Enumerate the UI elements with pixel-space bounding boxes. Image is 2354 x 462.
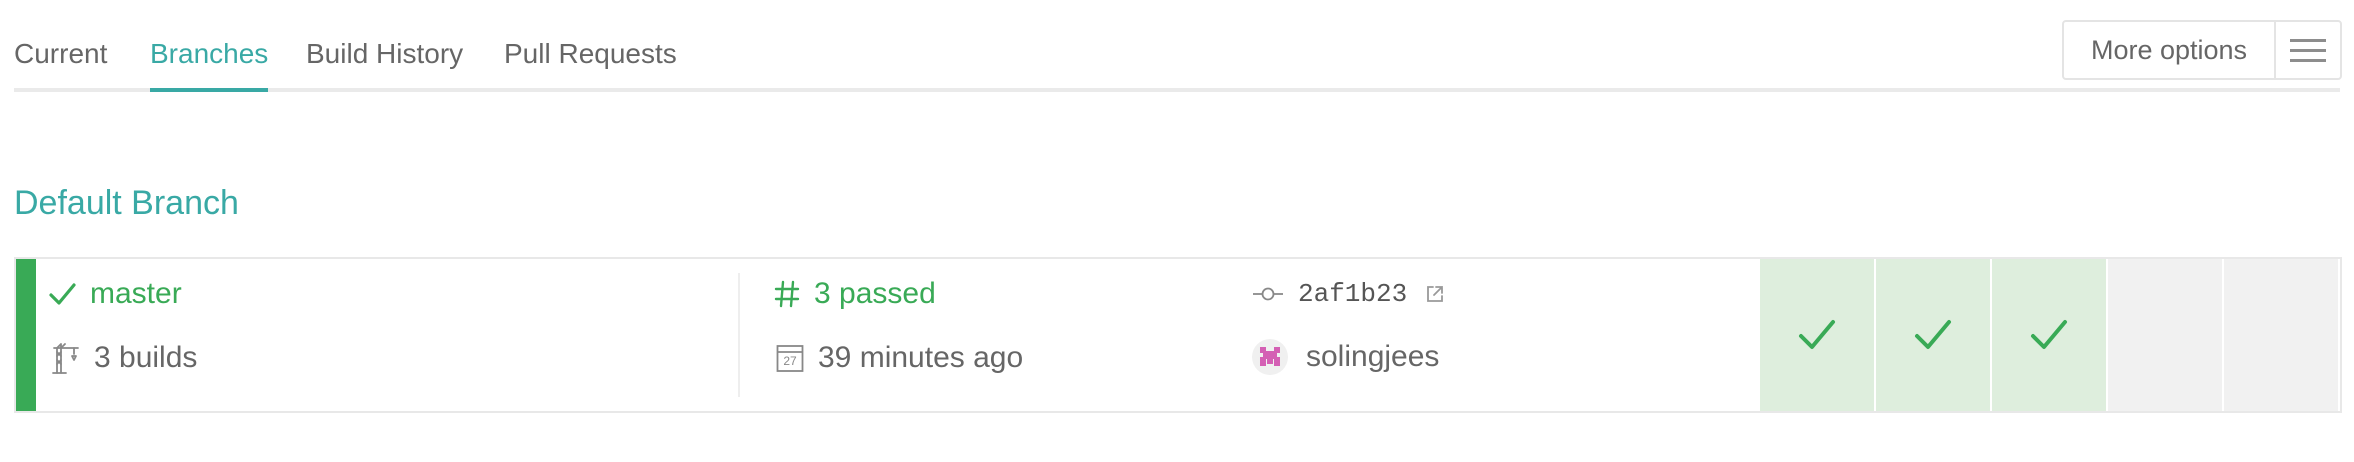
- author-line: solingjees: [1252, 339, 1439, 375]
- build-cell-passed[interactable]: [1876, 259, 1990, 411]
- branch-row[interactable]: master 3 builds 3 passed 27 39 minutes a…: [14, 257, 2342, 413]
- build-cells: [1760, 259, 2340, 411]
- check-icon: [1915, 320, 1951, 349]
- hamburger-icon[interactable]: [2276, 22, 2340, 78]
- column-divider: [738, 273, 740, 397]
- external-link-icon[interactable]: [1425, 284, 1445, 304]
- crane-icon: [52, 342, 80, 374]
- tab-branches[interactable]: Branches: [150, 38, 269, 92]
- branch-name-line: master: [48, 277, 182, 311]
- commit-line: 2af1b23: [1252, 279, 1459, 309]
- commit-sha-link[interactable]: 2af1b23: [1298, 279, 1407, 309]
- tab-build-history[interactable]: Build History: [306, 38, 463, 88]
- tab-pull-requests[interactable]: Pull Requests: [504, 38, 677, 88]
- build-status-link[interactable]: 3 passed: [814, 277, 936, 311]
- avatar: [1252, 339, 1288, 375]
- check-icon: [48, 280, 76, 308]
- build-cell-empty: [2224, 259, 2338, 411]
- builds-count-line: 3 builds: [52, 341, 197, 375]
- calendar-day: 27: [783, 354, 797, 368]
- build-status-line: 3 passed: [774, 277, 936, 311]
- tab-bar: Current Branches Build History Pull Requ…: [14, 20, 2340, 92]
- author-name: solingjees: [1306, 340, 1440, 373]
- build-cell-empty: [2108, 259, 2222, 411]
- section-title: Default Branch: [14, 184, 239, 222]
- build-time: 39 minutes ago: [818, 341, 1024, 374]
- build-time-line: 27 39 minutes ago: [776, 341, 1023, 375]
- more-options-button[interactable]: More options: [2062, 20, 2342, 80]
- hash-icon: [774, 280, 800, 308]
- build-cell-passed[interactable]: [1992, 259, 2106, 411]
- tab-current[interactable]: Current: [14, 38, 107, 88]
- status-bar: [16, 259, 36, 411]
- calendar-icon: 27: [776, 343, 804, 373]
- commit-icon: [1252, 284, 1284, 304]
- build-cell-passed[interactable]: [1760, 259, 1874, 411]
- builds-count: 3 builds: [94, 341, 198, 374]
- check-icon: [2031, 320, 2067, 349]
- check-icon: [1799, 320, 1835, 349]
- branch-name-link[interactable]: master: [90, 277, 182, 311]
- more-options-label: More options: [2064, 22, 2276, 78]
